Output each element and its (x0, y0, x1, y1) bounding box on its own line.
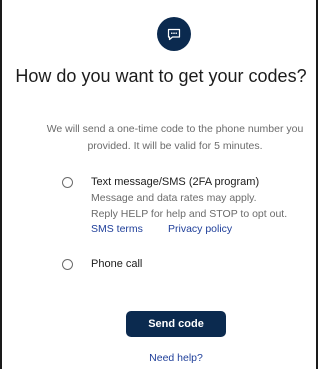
sms-option-label[interactable]: Text message/SMS (2FA program) (91, 176, 259, 188)
privacy-policy-link[interactable]: Privacy policy (168, 223, 232, 235)
sms-terms-link[interactable]: SMS terms (91, 223, 143, 235)
send-code-button[interactable]: Send code (126, 311, 226, 337)
sms-help-text: Reply HELP for help and STOP to opt out. (91, 208, 288, 220)
description-text: We will send a one-time code to the phon… (46, 123, 304, 152)
dialog-frame: How do you want to get your codes? We wi… (0, 0, 318, 369)
phone-call-option-label[interactable]: Phone call (91, 258, 142, 270)
page-title: How do you want to get your codes? (15, 66, 307, 86)
sms-radio[interactable] (62, 177, 73, 188)
phone-call-radio[interactable] (62, 259, 73, 270)
sms-rates-text: Message and data rates may apply. (91, 192, 257, 204)
message-icon (157, 17, 191, 51)
need-help-link[interactable]: Need help? (2, 352, 320, 364)
